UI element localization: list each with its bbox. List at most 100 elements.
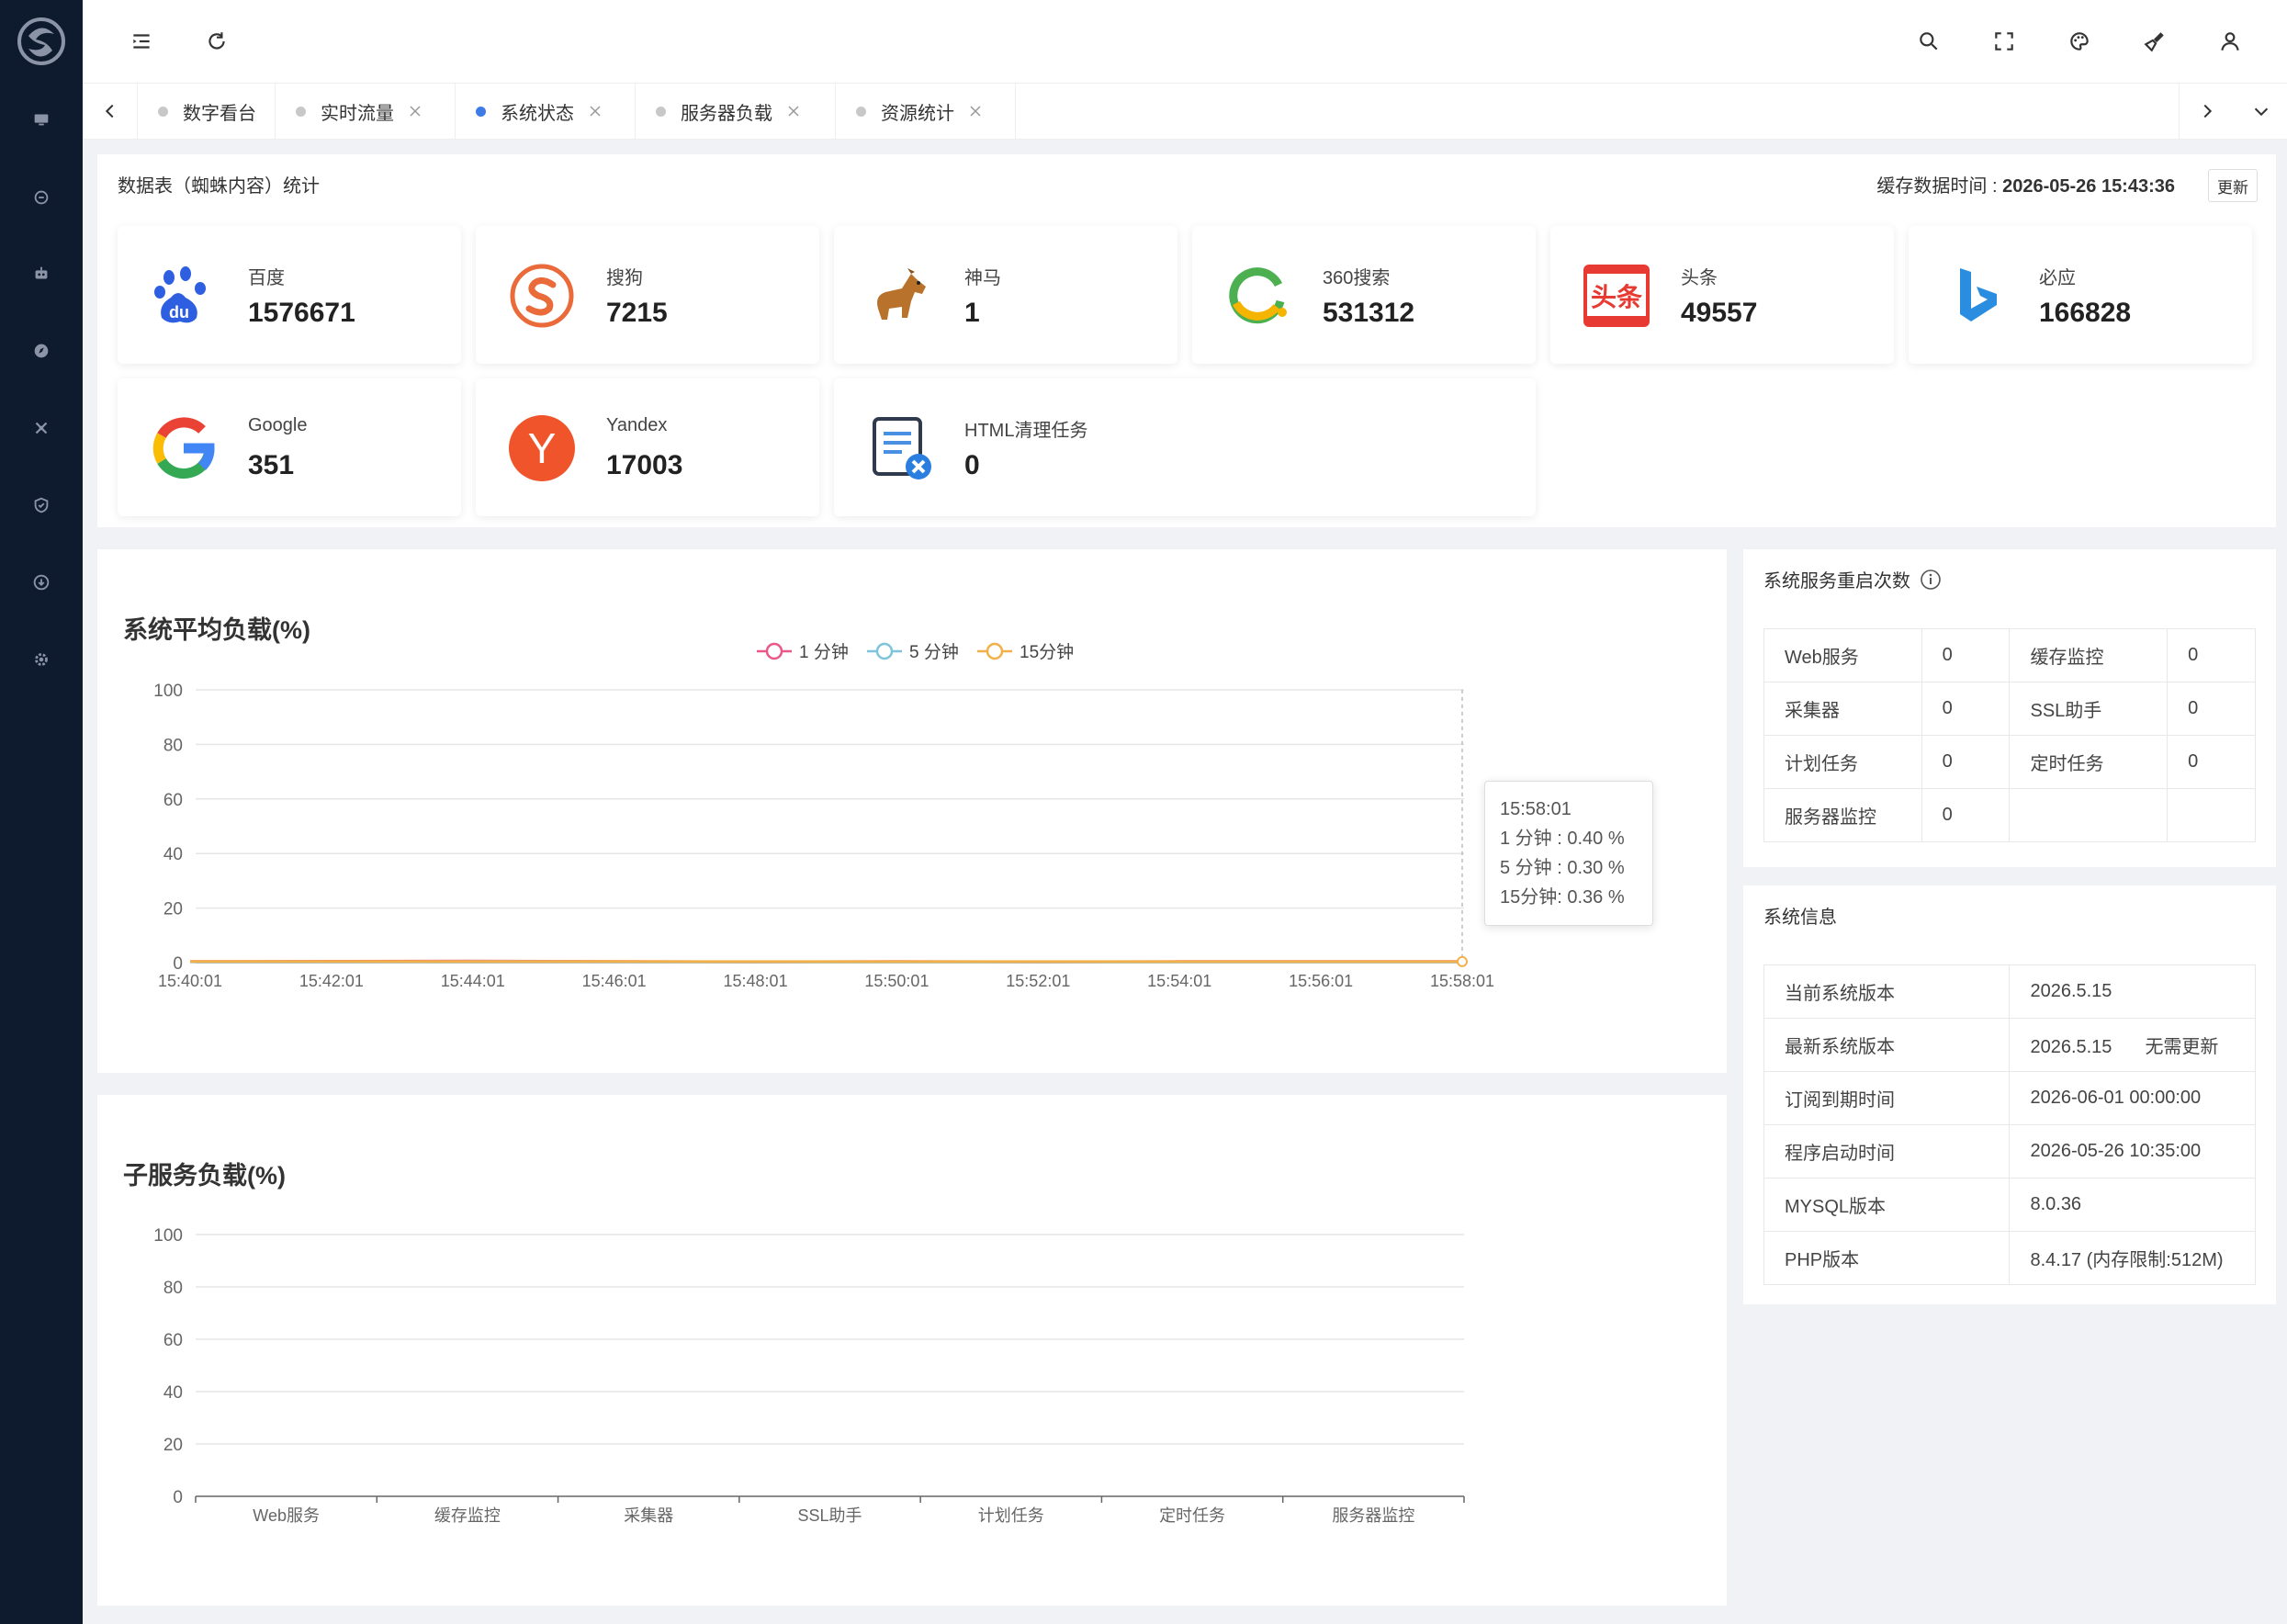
x-tick-label: 计划任务	[978, 1506, 1044, 1525]
tab-dot	[476, 106, 486, 117]
clear-cache-button[interactable]	[2136, 23, 2173, 60]
table-row: 当前系统版本 2026.5.15	[1763, 964, 2256, 1019]
html-clean-icon	[873, 417, 931, 479]
sub-service-load-chart[interactable]: 0 20 40 60 80 100 Web服务 缓存监控 采集器 SSL助手 计划任务 定时任务 服务器…	[97, 1095, 1727, 1606]
x-tick-label: 缓存监控	[434, 1506, 501, 1525]
sidebar-item-refresh[interactable]	[23, 179, 60, 216]
user-button[interactable]	[2212, 23, 2248, 60]
menu-fold-icon	[133, 34, 150, 49]
stat-name: Google	[248, 415, 308, 435]
sidebar-item-dashboard[interactable]	[23, 101, 60, 138]
update-status-text: 无需更新	[2145, 1037, 2219, 1057]
sidebar-item-download[interactable]	[23, 564, 60, 601]
sysinfo-value: 2026-06-01 00:00:00	[2009, 1071, 2256, 1125]
sidebar-item-robot[interactable]	[23, 255, 60, 292]
sysinfo-key: 订阅到期时间	[1763, 1071, 2011, 1125]
table-row: 服务器监控 0	[1763, 788, 2256, 842]
tab-menu-button[interactable]	[2234, 84, 2287, 139]
menu-fold-button[interactable]	[123, 23, 160, 60]
y-tick-label: 80	[163, 736, 183, 755]
update-button[interactable]: 更新	[2208, 169, 2258, 202]
tab-label: 系统状态	[501, 103, 574, 124]
x-tick-label: Web服务	[253, 1506, 320, 1525]
restart-value: 0	[1921, 682, 2011, 736]
tab-system-status[interactable]: 系统状态	[456, 84, 636, 139]
theme-button[interactable]	[2061, 23, 2098, 60]
tab-digital-dashboard[interactable]: 数字看台	[138, 84, 276, 139]
stat-card-360: 360搜索 531312	[1192, 226, 1536, 364]
palette-icon	[2070, 32, 2089, 51]
stat-name: 神马	[964, 268, 1001, 288]
stat-value: 531312	[1323, 298, 1415, 328]
table-row: 采集器 0 SSL助手 0	[1763, 682, 2256, 736]
y-tick-label: 60	[163, 1331, 183, 1350]
tab-close-button[interactable]	[967, 103, 984, 119]
stat-value: 7215	[606, 298, 668, 328]
data-point	[1457, 955, 1468, 967]
svg-text:du: du	[169, 303, 189, 321]
cache-time-label: 缓存数据时间 :	[1876, 176, 2003, 197]
sidebar-item-security[interactable]	[23, 487, 60, 524]
restart-title: 系统服务重启次数	[1763, 571, 1910, 592]
sysinfo-key: 程序启动时间	[1763, 1124, 2011, 1179]
stat-value: 17003	[606, 450, 683, 480]
x-tick-label: SSL助手	[797, 1506, 862, 1525]
tooltip-line-15: 15分钟: 0.36 %	[1500, 887, 1625, 908]
spider-stats-title: 数据表（蜘蛛内容）统计	[118, 176, 320, 197]
tab-server-load[interactable]: 服务器负载	[636, 84, 836, 139]
system-load-panel: 系统平均负载(%) 0 20 40 60 80 100 15:40:01 15:42:01 15…	[97, 549, 1727, 1073]
chevron-right-icon	[2203, 104, 2212, 118]
restart-key: 服务器监控	[1763, 788, 1922, 842]
stat-card-baidu: du 百度 1576671	[118, 226, 461, 364]
fullscreen-button[interactable]	[1986, 23, 2022, 60]
x-tick-label: 15:56:01	[1289, 972, 1353, 990]
y-tick-label: 0	[173, 954, 183, 974]
stat-card-html-clean: HTML清理任务 0	[834, 378, 1536, 516]
refresh-button[interactable]	[198, 23, 235, 60]
tab-realtime-traffic[interactable]: 实时流量	[276, 84, 456, 139]
stat-value: 351	[248, 450, 295, 480]
tab-label: 数字看台	[183, 103, 256, 124]
user-icon	[2221, 32, 2239, 51]
tab-label: 服务器负载	[681, 103, 772, 124]
restart-count-panel: 系统服务重启次数 Web服务 0 缓存监控 0 采集器 0 SSL助手 0 计划…	[1743, 549, 2276, 867]
system-info-panel: 系统信息 当前系统版本 2026.5.15 最新系统版本 2026.5.15 无需…	[1743, 885, 2276, 1304]
restart-title-row: 系统服务重启次数	[1763, 566, 1942, 592]
sidebar-item-compass[interactable]	[23, 333, 60, 369]
system-load-chart[interactable]: 0 20 40 60 80 100 15:40:01 15:42:01 15:44:01 15:4…	[97, 549, 1727, 1073]
stat-value: 0	[964, 450, 980, 480]
table-row: Web服务 0 缓存监控 0	[1763, 628, 2256, 682]
bing-icon	[1960, 268, 1997, 321]
restart-key: 定时任务	[2009, 735, 2169, 789]
table-row: 最新系统版本 2026.5.15 无需更新	[1763, 1018, 2256, 1072]
tab-resource-stats[interactable]: 资源统计	[836, 84, 1016, 139]
brush-icon	[2144, 32, 2164, 52]
stat-name: 头条	[1681, 268, 1718, 288]
y-tick-label: 60	[163, 791, 183, 810]
stat-card-bing: 必应 166828	[1909, 226, 2252, 364]
sysinfo-value-text: 8.4.17 (内存限制:512M)	[2030, 1250, 2224, 1270]
refresh-icon	[208, 32, 225, 50]
tab-scroll-right-button[interactable]	[2179, 84, 2234, 139]
sysinfo-title: 系统信息	[1763, 908, 1837, 928]
sidebar-item-tools[interactable]	[23, 410, 60, 446]
search-icon	[1920, 32, 1938, 51]
info-icon[interactable]	[1920, 569, 1942, 591]
tab-close-button[interactable]	[785, 103, 802, 119]
legend-label: 1 分钟	[799, 642, 849, 662]
app-logo-icon[interactable]	[14, 14, 69, 69]
chart-tooltip: 15:58:01 1 分钟 : 0.40 % 5 分钟 : 0.30 % 15分…	[1484, 781, 1653, 926]
x-tick-label: 定时任务	[1159, 1506, 1225, 1525]
search-button[interactable]	[1910, 23, 1947, 60]
tab-close-button[interactable]	[587, 103, 603, 119]
tab-close-button[interactable]	[407, 103, 423, 119]
chevron-down-icon	[2254, 107, 2269, 117]
shenma-icon	[877, 268, 926, 320]
sidebar-item-settings[interactable]	[23, 641, 60, 678]
restart-value: 0	[2167, 735, 2256, 789]
shield-icon	[34, 497, 49, 513]
tab-dot	[296, 106, 306, 117]
robot-icon	[35, 266, 48, 279]
sysinfo-value: 8.0.36	[2009, 1178, 2256, 1232]
tab-scroll-left-button[interactable]	[83, 84, 138, 139]
